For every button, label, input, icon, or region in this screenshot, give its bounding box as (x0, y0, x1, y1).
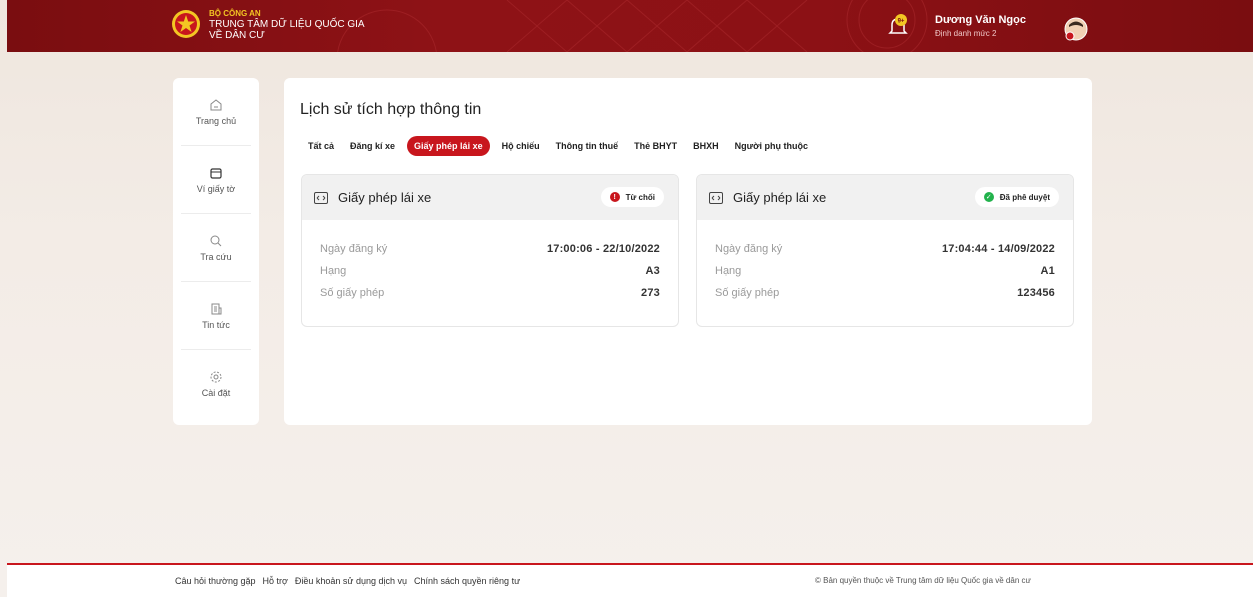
card-header: Giấy phép lái xe ! Từ chối (302, 175, 678, 220)
user-level: Định danh mức 2 (935, 29, 997, 38)
footer-link-terms[interactable]: Điều khoản sử dụng dịch vụ (295, 576, 407, 586)
field-value: 17:00:06 - 22/10/2022 (546, 243, 660, 255)
wallet-icon (210, 167, 222, 179)
check-icon: ✓ (983, 192, 994, 202)
tab-dependents[interactable]: Người phụ thuộc (735, 141, 808, 151)
brand-logo[interactable]: BỘ CÔNG AN TRUNG TÂM DỮ LIỆU QUỐC GIA VỀ… (171, 6, 365, 42)
footer-link-faq[interactable]: Câu hỏi thường gặp (175, 576, 255, 586)
field-value: A1 (1040, 265, 1055, 277)
sidebar-item-label: Ví giấy tờ (196, 183, 236, 194)
sidebar-item-label: Trang chủ (195, 115, 237, 126)
user-info[interactable]: Dương Văn Ngọc Định danh mức 2 (935, 14, 1026, 40)
field-row: Số giấy phép 123456 (715, 282, 1055, 304)
main-panel: Lịch sử tích hợp thông tin Tất cả Đăng k… (284, 78, 1092, 425)
news-icon (211, 303, 222, 314)
sidebar-item-news[interactable]: Tin tức (181, 282, 251, 350)
tab-health-insurance[interactable]: Thẻ BHYT (634, 141, 677, 151)
card-header: Giấy phép lái xe ✓ Đã phê duyệt (697, 175, 1073, 220)
copyright-text: © Bản quyền thuộc về Trung tâm dữ liệu Q… (815, 576, 1031, 585)
field-value: 17:04:44 - 14/09/2022 (941, 243, 1055, 255)
sidebar-item-label: Tin tức (202, 319, 230, 330)
license-card[interactable]: Giấy phép lái xe ✓ Đã phê duyệt Ngày đăn… (696, 174, 1074, 327)
sidebar-item-wallet[interactable]: Ví giấy tờ (181, 146, 251, 214)
tab-all[interactable]: Tất cả (308, 141, 334, 151)
status-text: Từ chối (625, 192, 655, 202)
gear-icon (210, 371, 222, 383)
status-badge: ! Từ chối (600, 187, 664, 207)
bell-icon: 9+ (888, 14, 908, 34)
field-row: Hạng A3 (320, 260, 660, 282)
field-label: Hạng (320, 265, 347, 277)
home-icon (210, 98, 222, 110)
field-row: Ngày đăng ký 17:00:06 - 22/10/2022 (320, 238, 660, 260)
top-header: BỘ CÔNG AN TRUNG TÂM DỮ LIỆU QUỐC GIA VỀ… (7, 0, 1253, 52)
field-row: Số giấy phép 273 (320, 282, 660, 304)
status-text: Đã phê duyệt (999, 192, 1050, 202)
card-title: Giấy phép lái xe (733, 190, 827, 205)
field-value: 123456 (1017, 287, 1055, 299)
tab-vehicle-registration[interactable]: Đăng kí xe (350, 141, 395, 151)
field-row: Hạng A1 (715, 260, 1055, 282)
field-label: Số giấy phép (320, 287, 385, 299)
field-row: Ngày đăng ký 17:04:44 - 14/09/2022 (715, 238, 1055, 260)
sidebar-item-home[interactable]: Trang chủ (181, 78, 251, 146)
police-emblem-icon (172, 10, 200, 38)
field-label: Ngày đăng ký (320, 243, 388, 255)
tab-passport[interactable]: Hộ chiếu (502, 141, 540, 151)
field-value: 273 (641, 287, 660, 299)
footer-link-support[interactable]: Hỗ trợ (262, 576, 287, 586)
license-icon (314, 191, 328, 204)
avatar[interactable] (1064, 17, 1088, 41)
sidebar-item-settings[interactable]: Cài đặt (181, 350, 251, 418)
notification-button[interactable]: 9+ (887, 14, 909, 38)
tab-bar: Tất cả Đăng kí xe Giấy phép lái xe Hộ ch… (308, 136, 824, 156)
user-name: Dương Văn Ngọc (935, 14, 1026, 26)
sidebar: Trang chủ Ví giấy tờ Tra cứu Tin tức Cài… (173, 78, 259, 425)
org-name-line1: BỘ CÔNG AN (209, 8, 261, 18)
tab-social-insurance[interactable]: BHXH (693, 141, 719, 151)
org-name-line3: VỀ DÂN CƯ (209, 29, 265, 41)
status-badge: ✓ Đã phê duyệt (974, 187, 1059, 207)
sidebar-item-label: Tra cứu (200, 251, 232, 262)
error-icon: ! (609, 192, 620, 202)
field-label: Ngày đăng ký (715, 243, 783, 255)
tab-tax-info[interactable]: Thông tin thuế (556, 141, 618, 151)
card-title: Giấy phép lái xe (338, 190, 432, 205)
org-name-line2: TRUNG TÂM DỮ LIỆU QUỐC GIA (209, 18, 365, 30)
search-icon (210, 235, 222, 246)
field-value: A3 (645, 265, 660, 277)
field-label: Số giấy phép (715, 287, 780, 299)
license-icon (709, 191, 723, 204)
footer: Câu hỏi thường gặp Hỗ trợ Điều khoản sử … (7, 565, 1253, 597)
footer-links: Câu hỏi thường gặp Hỗ trợ Điều khoản sử … (175, 576, 527, 586)
notification-badge: 9+ (898, 19, 905, 25)
tab-driving-license[interactable]: Giấy phép lái xe (407, 136, 490, 156)
page-title: Lịch sử tích hợp thông tin (300, 101, 482, 118)
footer-link-privacy[interactable]: Chính sách quyền riêng tư (414, 576, 520, 586)
license-card[interactable]: Giấy phép lái xe ! Từ chối Ngày đăng ký … (301, 174, 679, 327)
field-label: Hạng (715, 265, 742, 277)
sidebar-item-search[interactable]: Tra cứu (181, 214, 251, 282)
sidebar-item-label: Cài đặt (201, 388, 231, 398)
